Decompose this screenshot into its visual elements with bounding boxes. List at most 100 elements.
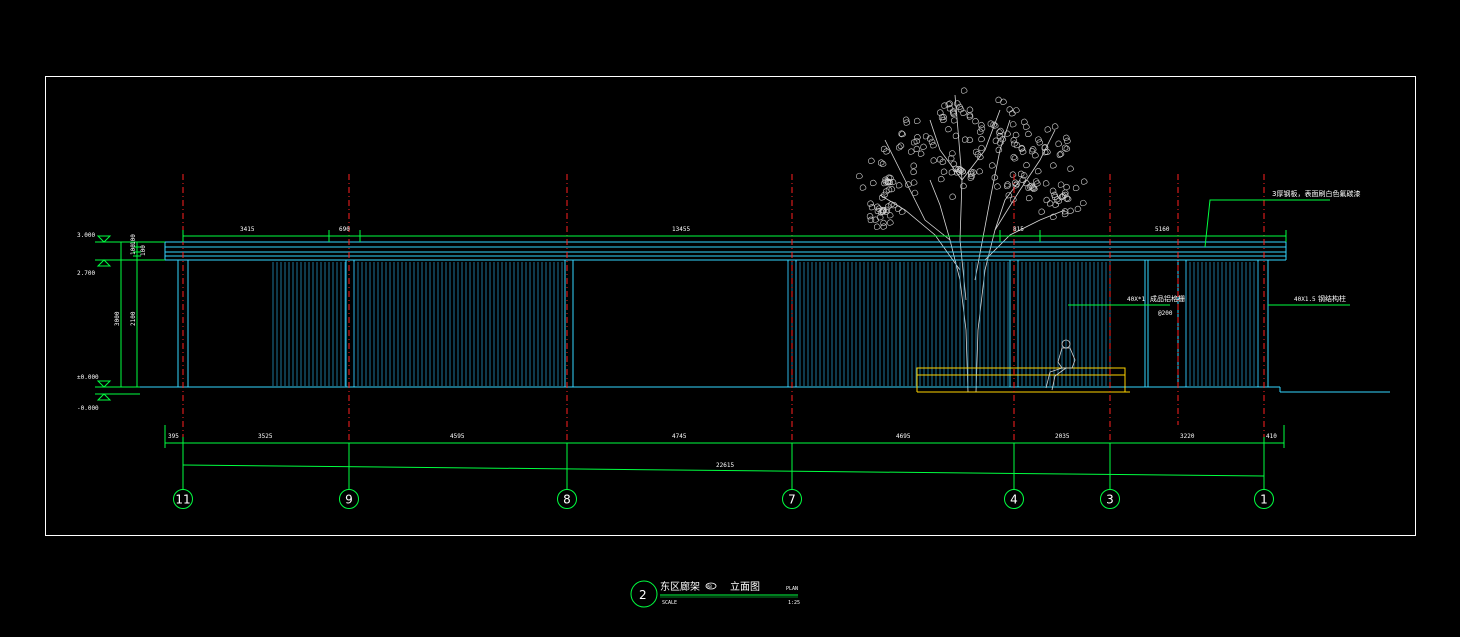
- bottom-dim-1: 395: [168, 433, 179, 440]
- leaf-cluster: [1080, 199, 1087, 207]
- leaf-cluster: [945, 125, 952, 133]
- grid-axis-label: 3: [1106, 493, 1114, 507]
- leaf-cluster: [1043, 196, 1050, 204]
- leaf-cluster: [1051, 123, 1059, 130]
- roof-beams: [164, 241, 1287, 261]
- title-scale-label: SCALE: [662, 600, 677, 606]
- bottom-dimension-labels: 395 3525 4595 4745 4695 2035 3220 410 22…: [168, 433, 1277, 469]
- leaf-cluster: [948, 169, 956, 176]
- ground-line: [140, 386, 1390, 393]
- leaf-cluster: [911, 189, 919, 196]
- leaf-cluster: [866, 213, 874, 220]
- bottom-dim-2: 3525: [258, 433, 273, 440]
- grid-axis-label: 1: [1260, 493, 1268, 507]
- bottom-dim-4: 4745: [672, 433, 687, 440]
- leaf-cluster: [949, 193, 956, 200]
- leaf-cluster: [978, 135, 985, 143]
- leaf-cluster: [895, 182, 903, 189]
- leaf-cluster: [879, 160, 887, 167]
- annotation-labels: 3厚钢板，表面刷白色氟碳漆 40X*1 成品铝格栅 @200 40X1.5 钢结…: [1127, 189, 1360, 317]
- leaf-cluster: [1052, 201, 1059, 208]
- leaf-cluster: [930, 157, 938, 164]
- leaf-cluster: [1010, 153, 1018, 161]
- vdim-post: 2100: [130, 311, 137, 326]
- post-note-code: 40X1.5: [1294, 296, 1316, 303]
- louver-screen: [272, 262, 346, 386]
- leaf-cluster: [1023, 161, 1030, 169]
- leaf-cluster: [859, 184, 867, 191]
- bottom-dim-5: 4695: [896, 433, 911, 440]
- top-dim-4: 815: [1013, 226, 1024, 233]
- grid-axis-label: 4: [1010, 493, 1018, 507]
- leaf-cluster: [994, 183, 1001, 190]
- leaf-cluster: [1012, 131, 1020, 139]
- leaf-cluster: [1010, 196, 1017, 203]
- leaf-cluster: [856, 172, 863, 180]
- leaf-cluster: [1055, 140, 1062, 147]
- title-name: 东区廊架: [660, 580, 700, 593]
- leaf-cluster: [1025, 130, 1032, 138]
- leaf-cluster: [1067, 165, 1074, 172]
- leaf-cluster: [887, 219, 894, 226]
- leaf-cluster: [1000, 98, 1007, 105]
- leaf-cluster: [938, 175, 945, 183]
- top-dim-5: 5160: [1155, 226, 1170, 233]
- vdim-top-c: 100: [140, 245, 147, 256]
- leaf-cluster: [1055, 197, 1063, 205]
- leaf-cluster: [1006, 106, 1014, 113]
- leaf-cluster: [997, 127, 1004, 135]
- leaf-cluster: [1035, 167, 1042, 175]
- grid-axis-bubbles: 11 9 8 7 4 3 1: [173, 489, 1274, 509]
- louver-screen: [1017, 262, 1111, 386]
- leaf-cluster: [966, 113, 974, 120]
- leaf-cluster: [976, 168, 984, 175]
- title-type: 立面图: [730, 580, 760, 593]
- leaf-cluster: [1081, 178, 1088, 185]
- leaf-cluster: [1044, 126, 1052, 133]
- vdim-top-b: 100: [130, 244, 137, 255]
- leaf-cluster: [1010, 121, 1017, 128]
- grid-axis-label: 7: [788, 493, 796, 507]
- leaf-cluster: [913, 145, 921, 153]
- bottom-dim-7: 3220: [1180, 433, 1195, 440]
- bottom-dim-6: 2035: [1055, 433, 1070, 440]
- leaf-cluster: [978, 125, 986, 132]
- leaf-cluster: [1072, 184, 1080, 192]
- leaf-cluster: [1023, 123, 1030, 130]
- leaf-cluster: [1009, 110, 1016, 117]
- leaf-cluster: [978, 144, 985, 152]
- level-mid: 2.700: [77, 270, 95, 277]
- leaf-cluster: [910, 162, 918, 169]
- leaf-cluster: [868, 157, 875, 164]
- grid-axis-label: 11: [175, 493, 190, 507]
- top-dim-2: 690: [339, 226, 350, 233]
- title-number: 2: [639, 588, 647, 602]
- leaf-cluster: [1057, 181, 1065, 188]
- bottom-dim-8: 410: [1266, 433, 1277, 440]
- leaf-cluster: [930, 142, 937, 149]
- louver-screen: [353, 262, 563, 386]
- grid-axis-label: 9: [345, 493, 353, 507]
- leaf-cluster: [899, 208, 906, 215]
- leaf-cluster: [917, 150, 925, 157]
- leaf-cluster: [977, 128, 984, 135]
- leaf-cluster: [1042, 180, 1050, 187]
- leaf-cluster: [966, 106, 974, 113]
- vdim-overall: 3000: [114, 311, 121, 326]
- louver-screen: [787, 262, 901, 386]
- leaf-cluster: [1061, 144, 1069, 151]
- leaf-cluster: [910, 168, 917, 175]
- top-dim-1: 3415: [240, 226, 255, 233]
- leaf-cluster: [1028, 148, 1036, 155]
- screen-note-sub: @200: [1158, 310, 1173, 317]
- leaf-cluster: [1047, 200, 1054, 207]
- bottom-dim-3: 4595: [450, 433, 465, 440]
- leaf-cluster: [1063, 134, 1070, 141]
- top-dim-3: 13455: [672, 226, 690, 233]
- leaf-cluster: [941, 102, 948, 109]
- level-ground: ±0.000: [77, 374, 99, 381]
- screen-note-text: 成品铝格栅: [1150, 294, 1185, 303]
- leaf-cluster: [920, 143, 927, 150]
- leaf-cluster: [972, 117, 979, 125]
- leaf-cluster: [951, 117, 958, 124]
